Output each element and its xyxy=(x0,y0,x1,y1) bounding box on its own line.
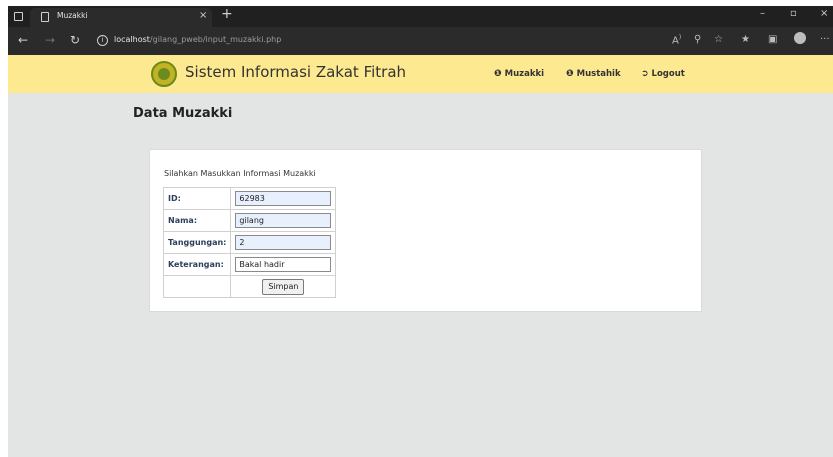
form-row-submit: Simpan xyxy=(162,275,337,298)
address-bar[interactable]: i localhost/gilang_pweb/input_muzakki.ph… xyxy=(92,31,712,51)
browser-tab[interactable]: Muzakki × xyxy=(30,8,212,27)
restore-icon[interactable]: ▫ xyxy=(790,8,797,19)
favorites-icon[interactable]: ★ xyxy=(741,34,750,45)
user-circle-icon: ❶ xyxy=(494,69,502,79)
navigation-bar: ← → ↻ i localhost/gilang_pweb/input_muza… xyxy=(8,27,833,55)
tanggungan-label: Tanggungan: xyxy=(162,231,232,254)
more-menu-icon[interactable]: ··· xyxy=(820,34,830,45)
nav-mustahik[interactable]: ❶ Mustahik xyxy=(566,69,621,79)
zoom-icon[interactable]: ⚲ xyxy=(694,34,701,45)
browser-window: Muzakki × + – ▫ × ← → ↻ i localhost/gila… xyxy=(8,6,833,457)
page-icon xyxy=(41,12,49,22)
muzakki-form: ID: Nama: Tanggungan: Keterangan: Simpan xyxy=(162,187,337,298)
tab-strip: Muzakki × + – ▫ × xyxy=(8,6,833,27)
nav-mustahik-label: Mustahik xyxy=(576,69,621,79)
favorite-add-icon[interactable]: ☆ xyxy=(714,34,723,45)
logout-icon: ➲ xyxy=(641,69,649,79)
window-menu-icon[interactable] xyxy=(14,12,23,21)
collections-icon[interactable]: ▣ xyxy=(768,34,777,45)
profile-avatar-icon[interactable] xyxy=(794,32,806,44)
simpan-button[interactable]: Simpan xyxy=(262,278,305,295)
id-label: ID: xyxy=(162,187,232,210)
form-row-nama: Nama: xyxy=(162,209,337,232)
tanggungan-input[interactable] xyxy=(235,235,332,250)
refresh-icon[interactable]: ↻ xyxy=(70,33,80,47)
site-title: Sistem Informasi Zakat Fitrah xyxy=(185,63,407,81)
nav-muzakki-label: Muzakki xyxy=(504,69,545,79)
nav-logout[interactable]: ➲ Logout xyxy=(641,69,685,79)
zakat-emblem-icon xyxy=(151,61,177,87)
empty-cell xyxy=(162,275,232,298)
read-aloud-icon[interactable]: A) xyxy=(672,34,681,46)
form-row-keterangan: Keterangan: xyxy=(162,253,337,276)
site-header: Sistem Informasi Zakat Fitrah ❶ Muzakki ❶… xyxy=(8,55,833,93)
nama-label: Nama: xyxy=(162,209,232,232)
url-host: localhost xyxy=(114,35,150,44)
tab-title: Muzakki xyxy=(57,11,88,20)
id-input[interactable] xyxy=(235,191,332,206)
new-tab-icon[interactable]: + xyxy=(221,6,233,22)
form-row-id: ID: xyxy=(162,187,337,210)
site-info-icon[interactable]: i xyxy=(97,35,108,46)
forward-icon[interactable]: → xyxy=(45,33,55,47)
url-path: /gilang_pweb/input_muzakki.php xyxy=(149,35,282,44)
url-text[interactable]: localhost/gilang_pweb/input_muzakki.php xyxy=(114,35,281,44)
minimize-icon[interactable]: – xyxy=(760,8,765,19)
form-row-tanggungan: Tanggungan: xyxy=(162,231,337,254)
form-intro: Silahkan Masukkan Informasi Muzakki xyxy=(164,169,316,178)
keterangan-input[interactable] xyxy=(235,257,332,272)
user-circle-icon: ❶ xyxy=(566,69,574,79)
page-title: Data Muzakki xyxy=(133,106,233,121)
nav-logout-label: Logout xyxy=(651,69,685,79)
back-icon[interactable]: ← xyxy=(18,33,28,47)
nama-input[interactable] xyxy=(235,213,332,228)
close-window-icon[interactable]: × xyxy=(820,8,828,19)
keterangan-label: Keterangan: xyxy=(162,253,232,276)
nav-muzakki[interactable]: ❶ Muzakki xyxy=(494,69,544,79)
tab-close-icon[interactable]: × xyxy=(199,10,207,21)
form-card: Silahkan Masukkan Informasi Muzakki ID: … xyxy=(149,149,702,312)
